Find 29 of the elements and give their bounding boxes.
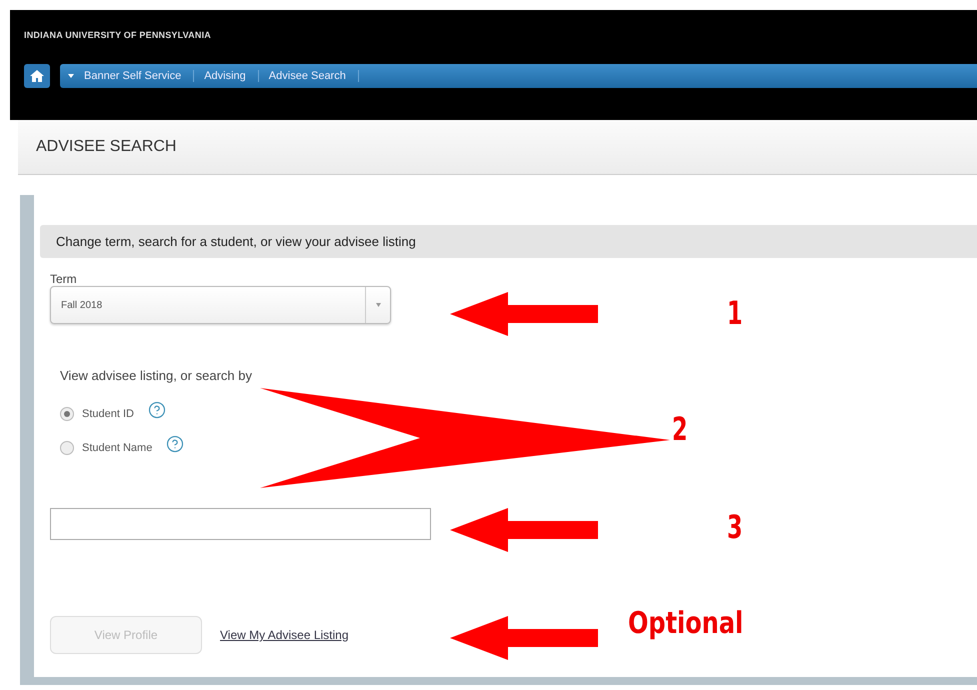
search-field[interactable] xyxy=(50,508,431,540)
breadcrumb-link[interactable]: Banner Self Service xyxy=(78,70,194,82)
arrow-icon xyxy=(450,508,598,552)
radio-label: Student ID xyxy=(82,408,134,420)
term-select[interactable]: Fall 2018 xyxy=(50,286,391,324)
search-by-label: View advisee listing, or search by xyxy=(60,368,253,383)
radio-button[interactable] xyxy=(60,441,74,455)
advisee-listing-link[interactable]: View My Advisee Listing xyxy=(220,628,349,642)
wedge-arrow-icon xyxy=(260,388,670,488)
university-title: INDIANA UNIVERSITY OF PENNSYLVANIA xyxy=(24,30,212,40)
arrow-icon xyxy=(450,616,598,660)
caret-icon xyxy=(376,303,380,307)
breadcrumb-link[interactable]: Advising xyxy=(198,70,259,82)
radio-label: Student Name xyxy=(82,442,152,454)
radio-button[interactable] xyxy=(60,407,74,421)
annotation-label: 3 xyxy=(727,508,743,546)
section-title: Change term, search for a student, or view your advisee listing xyxy=(56,234,416,249)
field-label: Term xyxy=(50,272,78,286)
home-button[interactable] xyxy=(24,64,50,88)
annotation-label: 2 xyxy=(672,410,688,448)
annotation-label: Optional xyxy=(628,606,744,641)
breadcrumb-link[interactable]: Advisee Search xyxy=(262,70,359,82)
arrow-icon xyxy=(450,292,598,336)
caret-icon xyxy=(68,74,74,78)
help-icon[interactable] xyxy=(166,435,184,453)
annotation-label: 1 xyxy=(727,294,743,332)
help-icon[interactable] xyxy=(148,401,166,419)
page-title: ADVISEE SEARCH xyxy=(36,138,176,156)
home-icon xyxy=(30,70,44,82)
